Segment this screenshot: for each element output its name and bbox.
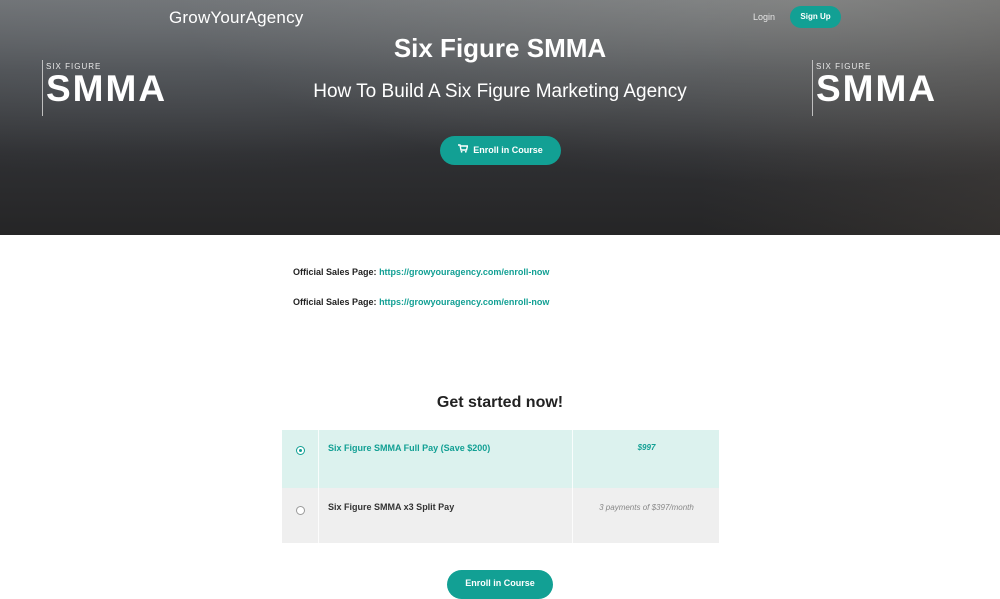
shopping-cart-icon [458, 136, 469, 165]
plan-price: $997 [637, 443, 656, 452]
login-link[interactable]: Login [744, 12, 784, 22]
enroll-label: Enroll in Course [473, 145, 543, 155]
sales-page-link[interactable]: https://growyouragency.com/enroll-now [379, 297, 549, 307]
column-divider [318, 488, 319, 543]
column-divider [318, 430, 319, 488]
enroll-course-button-top[interactable]: Enroll in Course [440, 136, 561, 165]
plan-price: 3 payments of $397/month [599, 503, 694, 512]
pricing-option-split-pay[interactable]: Six Figure SMMA x3 Split Pay 3 payments … [282, 488, 719, 543]
hero-banner: GrowYourAgency Login Sign Up SIX FIGURE … [0, 0, 1000, 235]
sales-page-link[interactable]: https://growyouragency.com/enroll-now [379, 267, 549, 277]
plan-name: Six Figure SMMA Full Pay (Save $200) [328, 443, 491, 453]
radio-full-pay[interactable] [296, 446, 305, 455]
brand-logo[interactable]: GrowYourAgency [169, 8, 303, 28]
sales-page-line: Official Sales Page: https://growyourage… [293, 267, 549, 277]
sales-page-label: Official Sales Page: [293, 267, 377, 277]
course-title: Six Figure SMMA [393, 33, 607, 63]
sales-page-label: Official Sales Page: [293, 297, 377, 307]
sales-page-line: Official Sales Page: https://growyourage… [293, 297, 549, 307]
enroll-course-button-bottom[interactable]: Enroll in Course [447, 570, 553, 599]
plan-name: Six Figure SMMA x3 Split Pay [328, 502, 455, 512]
column-divider [572, 488, 573, 543]
pricing-heading: Get started now! [436, 394, 564, 411]
course-subtitle: How To Build A Six Figure Marketing Agen… [313, 81, 687, 102]
signup-button[interactable]: Sign Up [790, 6, 841, 28]
radio-split-pay[interactable] [296, 506, 305, 515]
pricing-option-full-pay[interactable]: Six Figure SMMA Full Pay (Save $200) $99… [282, 430, 719, 488]
column-divider [572, 430, 573, 488]
pricing-table: Six Figure SMMA Full Pay (Save $200) $99… [282, 430, 719, 543]
